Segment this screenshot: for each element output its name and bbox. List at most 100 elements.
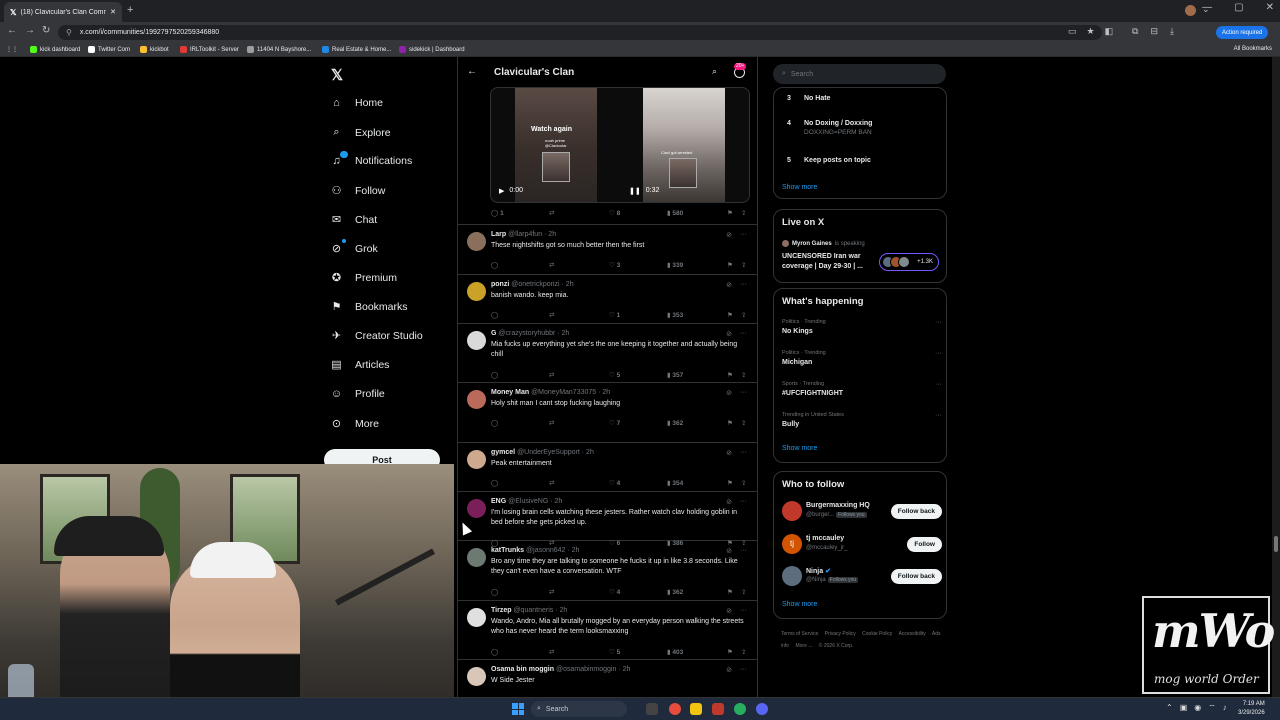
more-options-icon[interactable]: ··· — [935, 319, 942, 326]
share-icon[interactable]: ⇪ — [741, 479, 746, 487]
avatar[interactable] — [467, 667, 486, 686]
video-player-2[interactable]: Clavi got arrested — [643, 88, 725, 202]
share-icon[interactable]: ⇪ — [741, 419, 746, 427]
avatar[interactable] — [467, 390, 486, 409]
back-arrow-icon[interactable]: ← — [467, 66, 477, 77]
share-icon[interactable]: ⇪ — [741, 311, 746, 319]
bookmark-icon[interactable]: ⚑ — [727, 419, 733, 427]
author-name[interactable]: Larp — [491, 231, 506, 238]
video-controls-2[interactable]: ❚❚ 0:32 — [629, 187, 659, 195]
repost-button[interactable]: ⇄ — [549, 648, 554, 656]
like-button[interactable]: ♡ 5 — [609, 648, 620, 656]
browser-tab[interactable]: 𝕏 (18) Clavicular's Clan Communi ✕ — [4, 2, 122, 22]
grok-explain-icon[interactable]: ⊘ — [726, 607, 732, 615]
video-media-card[interactable]: Watch again noah prime @Clavicular Clavi… — [490, 87, 750, 203]
repost-button[interactable]: ⇄ — [549, 588, 554, 596]
all-bookmarks[interactable]: All Bookmarks — [1234, 46, 1272, 52]
follow-button[interactable]: Follow — [907, 537, 942, 552]
trend-item[interactable]: Sports · Trending #UFCFIGHTNIGHT ··· — [782, 381, 942, 397]
reply-button[interactable]: ◯ — [491, 371, 498, 379]
trend-item[interactable]: Politics · Trending No Kings ··· — [782, 319, 942, 335]
follow-suggestion[interactable]: Ninja ✔ @Ninja Follows you Follow back — [782, 566, 942, 588]
author-name[interactable]: Tirzep — [491, 607, 512, 614]
follow-suggestion[interactable]: Burgermaxxing HQ @burger... Follows you F… — [782, 501, 942, 523]
repost-button[interactable]: ⇄ — [549, 311, 554, 319]
reply-button[interactable]: ◯ 1 — [491, 209, 504, 217]
follow-suggestion[interactable]: tj tj mccauley @mccauley_jr_ Follow — [782, 534, 942, 556]
forward-icon[interactable]: → — [25, 25, 35, 36]
tweet[interactable]: gymcel @UnderEyeSupport · 2h ⊘ ··· Peak ent… — [458, 443, 757, 492]
nav-articles[interactable]: ▤ Articles — [330, 358, 389, 372]
avatar[interactable] — [467, 331, 486, 350]
windows-start-icon[interactable] — [512, 703, 524, 715]
more-options-icon[interactable]: ··· — [740, 281, 747, 289]
like-button[interactable]: ♡ 4 — [609, 588, 620, 596]
close-tab-icon[interactable]: ✕ — [110, 8, 116, 16]
author-name[interactable]: ponzi — [491, 281, 509, 288]
reply-button[interactable]: ◯ — [491, 311, 498, 319]
back-icon[interactable]: ← — [7, 25, 17, 36]
taskbar-search[interactable]: ⌕ Search — [531, 701, 627, 717]
bookmark-icon[interactable]: ⚑ — [727, 311, 733, 319]
bookmark-icon[interactable]: ⚑ — [727, 648, 733, 656]
bookmark-icon[interactable]: ⚑ — [727, 371, 733, 379]
tweet[interactable]: Osama bin moggin @osamabinmoggin · 2h ⊘ ··… — [458, 660, 757, 697]
views-button[interactable]: ▮ 357 — [667, 371, 683, 379]
grok-explain-icon[interactable]: ⊘ — [726, 281, 732, 289]
more-options-icon[interactable]: ··· — [740, 330, 747, 338]
more-options-icon[interactable]: ··· — [740, 547, 747, 555]
share-icon[interactable]: ⇪ — [741, 648, 746, 656]
author-handle[interactable]: @ElusiveNG · 2h — [508, 498, 562, 505]
bookmark-item[interactable]: 11404 N Bayshore... — [247, 46, 311, 53]
nav-profile[interactable]: ☺ Profile — [330, 388, 385, 400]
taskbar-clock[interactable]: 7:19 AM 3/29/2026 — [1238, 700, 1265, 718]
views-button[interactable]: ▮ 362 — [667, 419, 683, 427]
bookmark-icon[interactable]: ⚑ — [727, 479, 733, 487]
tray-app-icon[interactable]: ▣ — [1180, 703, 1188, 713]
like-button[interactable]: ♡ 3 — [609, 261, 620, 269]
live-listeners-pill[interactable]: +1.3K — [879, 253, 939, 271]
nav-follow[interactable]: ⚇ Follow — [330, 184, 386, 198]
bookmark-item[interactable]: Twitter Com — [88, 46, 130, 53]
trend-item[interactable]: Trending in United States Bully ··· — [782, 412, 942, 428]
views-button[interactable]: ▮ 353 — [667, 311, 683, 319]
author-handle[interactable]: @jasonn642 · 2h — [526, 547, 579, 554]
scrollbar-thumb[interactable] — [1274, 536, 1278, 552]
author-name[interactable]: Osama bin moggin — [491, 666, 554, 673]
pause-icon[interactable]: ❚❚ — [629, 187, 641, 195]
bookmark-item[interactable]: sidekick | Dashboard — [399, 46, 465, 53]
more-options-icon[interactable]: ··· — [740, 231, 747, 239]
split-icon[interactable]: ⊟ — [1150, 26, 1158, 37]
avatar[interactable] — [467, 499, 486, 518]
grok-explain-icon[interactable]: ⊘ — [726, 231, 732, 239]
views-button[interactable]: ▮ 339 — [667, 261, 683, 269]
more-options-icon[interactable]: ··· — [935, 350, 942, 357]
bookmark-icon[interactable]: ⚑ — [727, 588, 733, 596]
profile-avatar[interactable] — [1185, 5, 1196, 16]
share-icon[interactable]: ⇪ — [741, 371, 746, 379]
volume-icon[interactable]: ♪ — [1223, 703, 1227, 713]
chrome-profile-icon[interactable] — [734, 703, 746, 715]
avatar[interactable] — [467, 232, 486, 251]
chrome-icon[interactable] — [669, 703, 681, 715]
repost-button[interactable]: ⇄ — [549, 371, 554, 379]
nav-chat[interactable]: ✉ Chat — [330, 213, 377, 227]
bookmark-star-icon[interactable]: ★ — [1087, 26, 1095, 37]
reply-button[interactable]: ◯ — [491, 648, 498, 656]
search-icon[interactable]: ⌕ — [712, 66, 717, 77]
author-handle[interactable]: @llarp4fun · 2h — [508, 231, 556, 238]
views-button[interactable]: ▮ 362 — [667, 588, 683, 596]
footer-link[interactable]: Privacy Policy — [825, 631, 856, 637]
more-options-icon[interactable]: ··· — [740, 449, 747, 457]
nav-grok[interactable]: ⊘ Grok — [330, 239, 378, 255]
repost-button[interactable]: ⇄ — [549, 209, 554, 217]
share-icon[interactable]: ⇪ — [741, 261, 746, 269]
author-handle[interactable]: @osamabinmoggin · 2h — [556, 666, 630, 673]
share-icon[interactable]: ⇪ — [741, 209, 746, 217]
views-button[interactable]: ▮ 354 — [667, 479, 683, 487]
author-handle[interactable]: @MoneyMan733075 · 2h — [531, 389, 610, 396]
views-button[interactable]: ▮ 580 — [667, 209, 683, 217]
show-more-link[interactable]: Show more — [782, 184, 817, 191]
author-handle[interactable]: @onetrickponzi · 2h — [511, 281, 573, 288]
grok-explain-icon[interactable]: ⊘ — [726, 389, 732, 397]
